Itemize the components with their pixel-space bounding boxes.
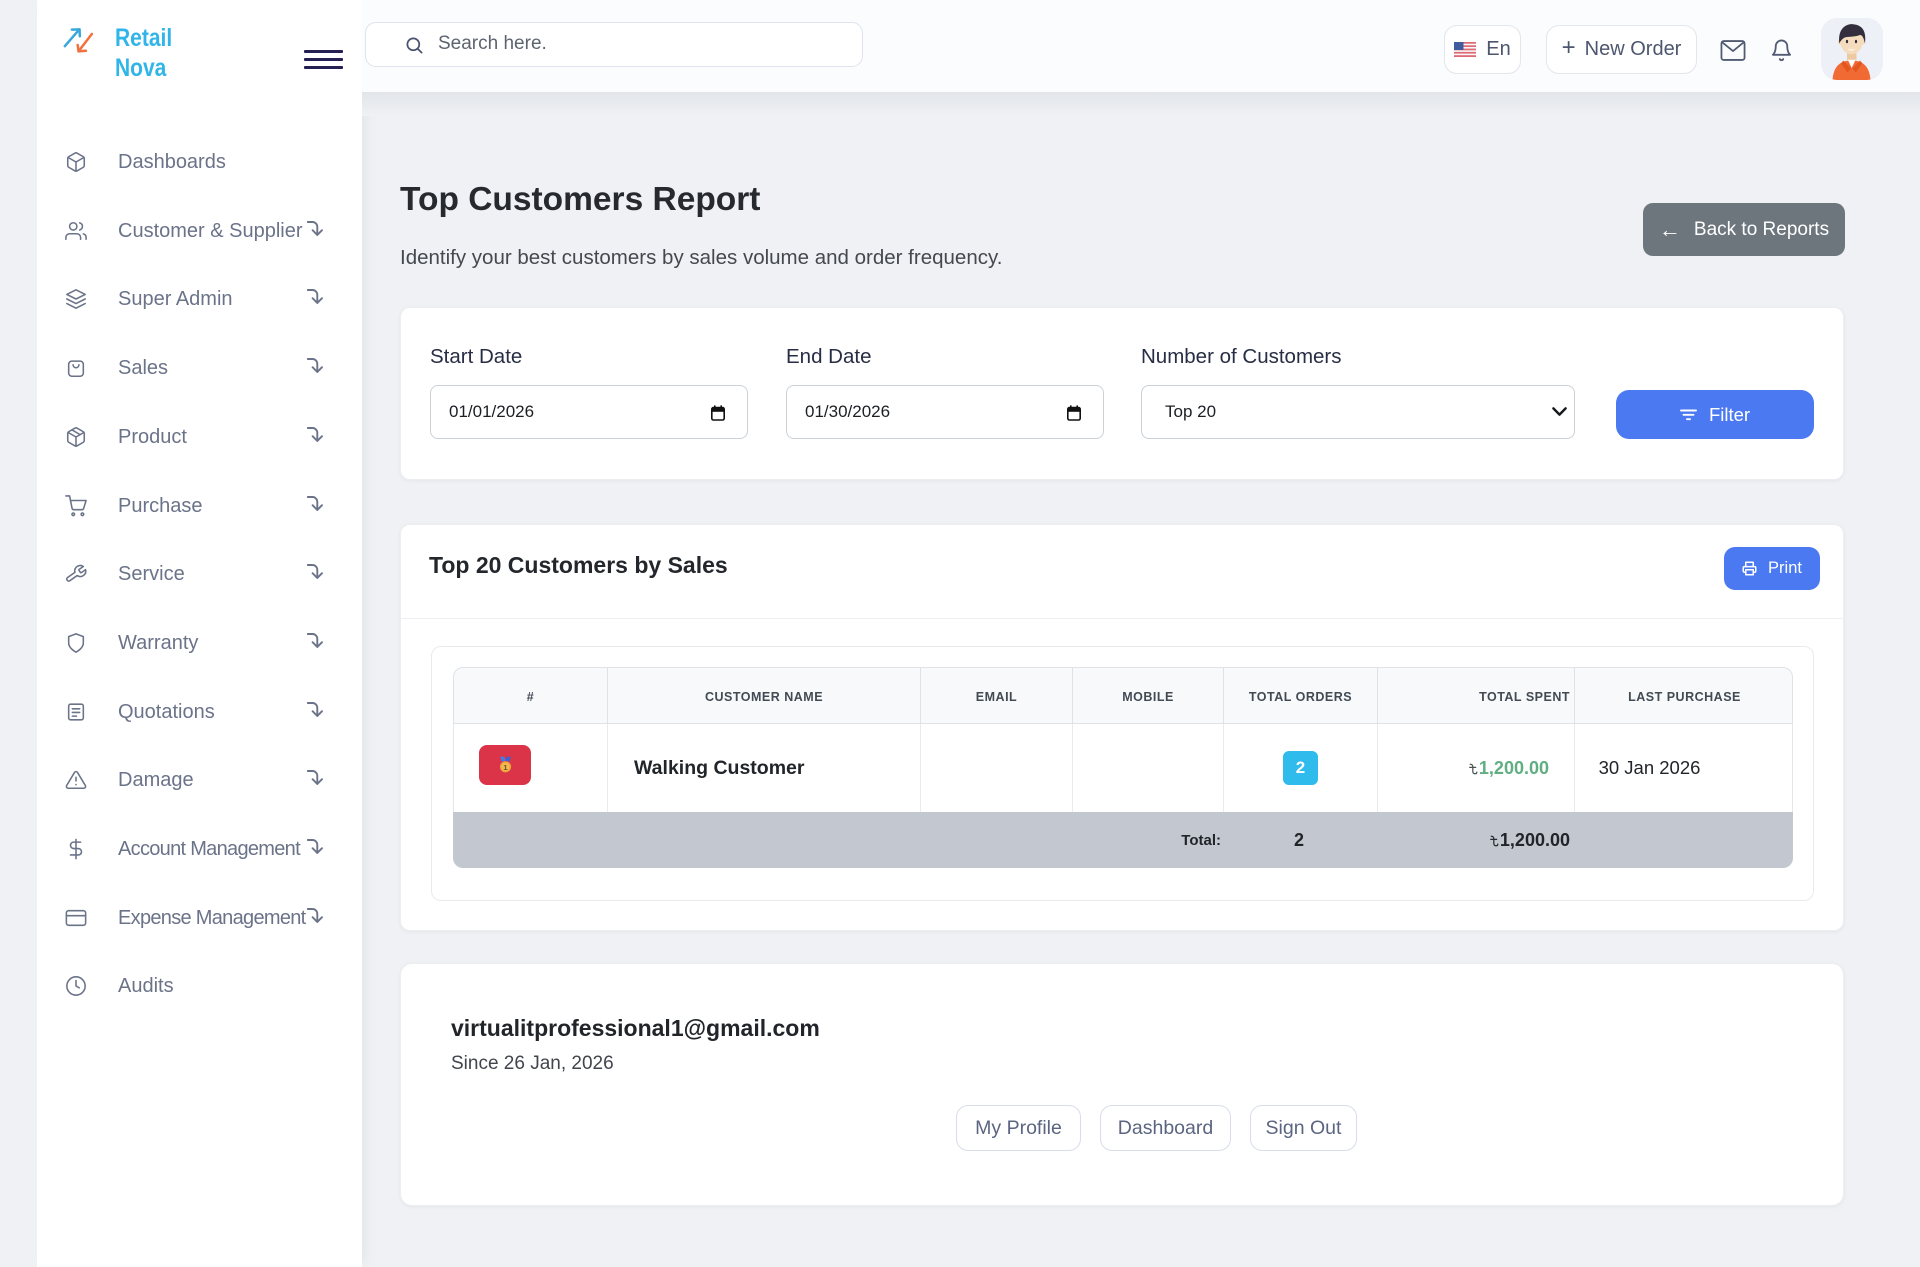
svg-text:1: 1 — [503, 763, 507, 772]
